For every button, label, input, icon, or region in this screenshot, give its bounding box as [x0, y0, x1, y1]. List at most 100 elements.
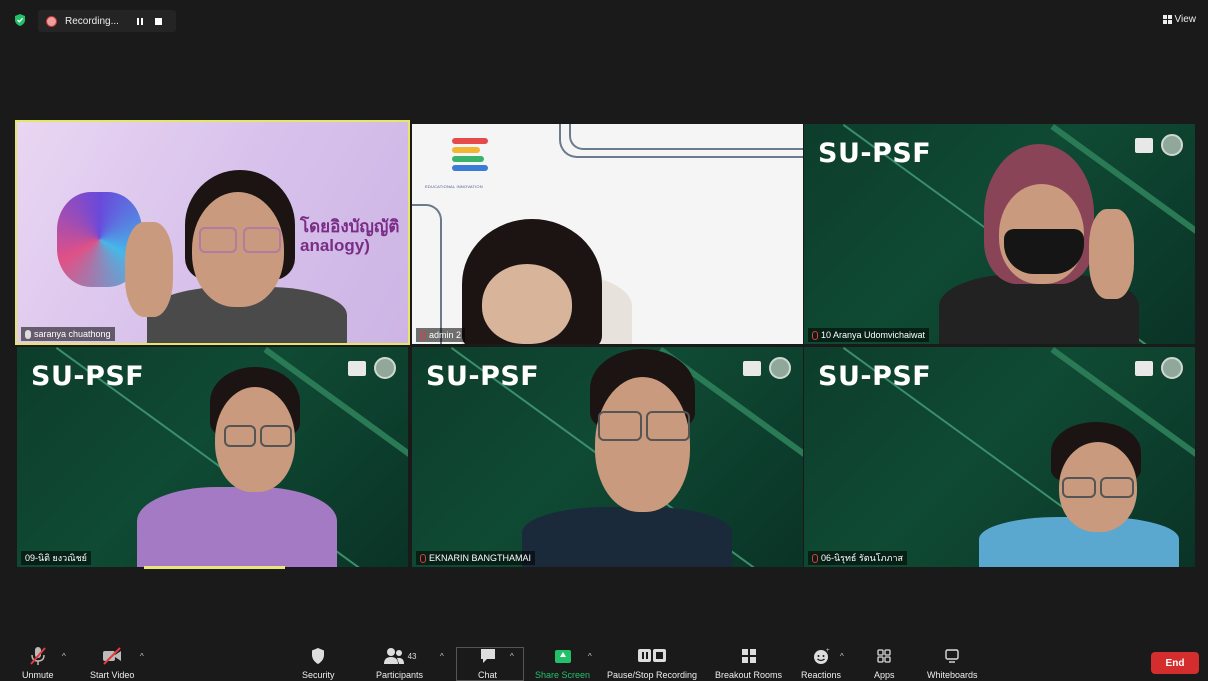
- whiteboards-label: Whiteboards: [927, 670, 978, 680]
- university-seal-icon: [1161, 134, 1183, 156]
- share-options-caret-icon[interactable]: ^: [588, 652, 592, 661]
- glasses: [260, 425, 292, 447]
- chat-button[interactable]: Chat: [478, 645, 497, 680]
- end-meeting-button[interactable]: End: [1151, 652, 1199, 674]
- microphone-muted-icon: [420, 553, 426, 563]
- participant-name-tag: admin 2: [416, 328, 466, 342]
- view-label: View: [1174, 14, 1197, 25]
- participants-icon: 43: [383, 645, 417, 667]
- participants-count: 43: [407, 651, 417, 661]
- glasses: [243, 227, 281, 253]
- participant-name-tag: 10 Aranya Udomvichaiwat: [808, 328, 930, 342]
- participant-hand: [1089, 209, 1134, 299]
- brand-label: SU-PSF: [818, 361, 932, 392]
- face-mask: [1004, 229, 1084, 274]
- participants-options-caret-icon[interactable]: ^: [440, 652, 444, 661]
- microphone-muted-icon: [812, 553, 818, 563]
- grid-view-icon: [1162, 15, 1172, 24]
- video-tile-saranya[interactable]: โดยอิงบัญญัติ analogy) saranya chuathong: [15, 120, 410, 345]
- speaker-highlight-bar: [144, 566, 285, 569]
- participant-name: 09-นิติ ยงวณิชย์: [25, 553, 87, 563]
- participant-face: [482, 264, 572, 344]
- book-logo-icon: [743, 360, 761, 376]
- glasses: [646, 411, 690, 441]
- share-screen-button[interactable]: Share Screen: [535, 645, 590, 680]
- recording-label: Recording...: [65, 15, 119, 27]
- stop-recording-icon[interactable]: [154, 17, 162, 25]
- reactions-label: Reactions: [801, 670, 842, 680]
- breakout-rooms-button[interactable]: Breakout Rooms: [715, 645, 782, 680]
- glasses: [1062, 477, 1096, 498]
- top-bar: Recording... View: [0, 0, 1208, 40]
- security-label: Security: [302, 670, 335, 680]
- logos: [1135, 134, 1183, 156]
- video-tile-niti[interactable]: SU-PSF 09-นิติ ยงวณิชย์: [17, 347, 408, 567]
- participant-body: [137, 487, 337, 567]
- participants-label: Participants: [376, 670, 424, 680]
- university-seal-icon: [374, 357, 396, 379]
- brand-label: SU-PSF: [426, 361, 540, 392]
- microphone-muted-icon: [420, 330, 426, 340]
- brand-label: SU-PSF: [31, 361, 145, 392]
- share-screen-label: Share Screen: [535, 670, 591, 680]
- participant-name-tag: 09-นิติ ยงวณิชย์: [21, 551, 91, 565]
- logos: [1135, 357, 1183, 379]
- breakout-rooms-icon: [741, 645, 757, 667]
- security-button[interactable]: Security: [302, 645, 335, 680]
- video-off-icon: [101, 645, 123, 667]
- ei-logo-icon: [452, 138, 488, 172]
- video-tile-aranya[interactable]: SU-PSF 10 Aranya Udomvichaiwat: [804, 124, 1195, 344]
- view-button[interactable]: View: [1162, 14, 1197, 25]
- microphone-muted-icon: [29, 645, 47, 667]
- whiteboards-button[interactable]: Whiteboards: [927, 645, 978, 680]
- background-text: โดยอิงบัญญัติ analogy): [300, 217, 399, 255]
- participant-name-tag: saranya chuathong: [21, 327, 115, 341]
- apps-label: Apps: [874, 670, 895, 680]
- shield-check-icon[interactable]: [14, 14, 26, 26]
- reactions-button[interactable]: + Reactions: [801, 645, 841, 680]
- participant-name: EKNARIN BANGTHAMAI: [429, 553, 532, 563]
- book-logo-icon: [348, 360, 366, 376]
- apps-button[interactable]: Apps: [874, 645, 895, 680]
- book-logo-icon: [1135, 360, 1153, 376]
- share-screen-icon: [554, 645, 571, 667]
- video-options-caret-icon[interactable]: ^: [140, 652, 144, 661]
- unmute-button[interactable]: Unmute: [22, 645, 54, 680]
- pause-stop-recording-button[interactable]: Pause/Stop Recording: [607, 645, 697, 680]
- participant-name: 06-นิรุทธ์ รัตนโภภาส: [821, 553, 903, 563]
- pause-stop-recording-label: Pause/Stop Recording: [607, 670, 698, 680]
- decorative-lines: [412, 204, 442, 344]
- chat-label: Chat: [478, 670, 498, 680]
- microphone-muted-icon: [812, 330, 818, 340]
- participant-name-tag: 06-นิรุทธ์ รัตนโภภาส: [808, 551, 907, 565]
- participant-face: [595, 377, 690, 512]
- participant-name: 10 Aranya Udomvichaiwat: [821, 330, 926, 340]
- audio-options-caret-icon[interactable]: ^: [62, 652, 66, 661]
- video-tile-eknarin[interactable]: SU-PSF EKNARIN BANGTHAMAI: [412, 347, 803, 567]
- book-logo-icon: [1135, 137, 1153, 153]
- background-text-line1: โดยอิงบัญญัติ: [300, 217, 400, 236]
- participant-body: [522, 507, 732, 567]
- microphone-icon: [25, 329, 31, 339]
- glasses: [224, 425, 256, 447]
- video-tile-nirut[interactable]: SU-PSF 06-นิรุทธ์ รัตนโภภาส: [804, 347, 1195, 567]
- logos: [348, 357, 396, 379]
- participant-hand: [125, 222, 173, 317]
- brand-label: SU-PSF: [818, 138, 932, 169]
- whiteboard-icon: [944, 645, 960, 667]
- recording-dot-icon: [46, 15, 57, 27]
- breakout-rooms-label: Breakout Rooms: [715, 670, 783, 680]
- participants-button[interactable]: 43 Participants: [376, 645, 423, 680]
- participant-name: admin 2: [429, 330, 462, 340]
- security-shield-icon: [310, 645, 326, 667]
- pause-recording-icon[interactable]: [136, 17, 143, 25]
- start-video-button[interactable]: Start Video: [90, 645, 134, 680]
- glasses: [598, 411, 642, 441]
- university-seal-icon: [1161, 357, 1183, 379]
- video-tile-admin[interactable]: EDUCATIONAL INNOVATION admin 2: [412, 124, 803, 344]
- participant-name-tag: EKNARIN BANGTHAMAI: [416, 551, 536, 565]
- glasses: [1100, 477, 1134, 498]
- meeting-toolbar: [0, 636, 1208, 681]
- reactions-options-caret-icon[interactable]: ^: [840, 652, 844, 661]
- chat-options-caret-icon[interactable]: ^: [510, 652, 514, 661]
